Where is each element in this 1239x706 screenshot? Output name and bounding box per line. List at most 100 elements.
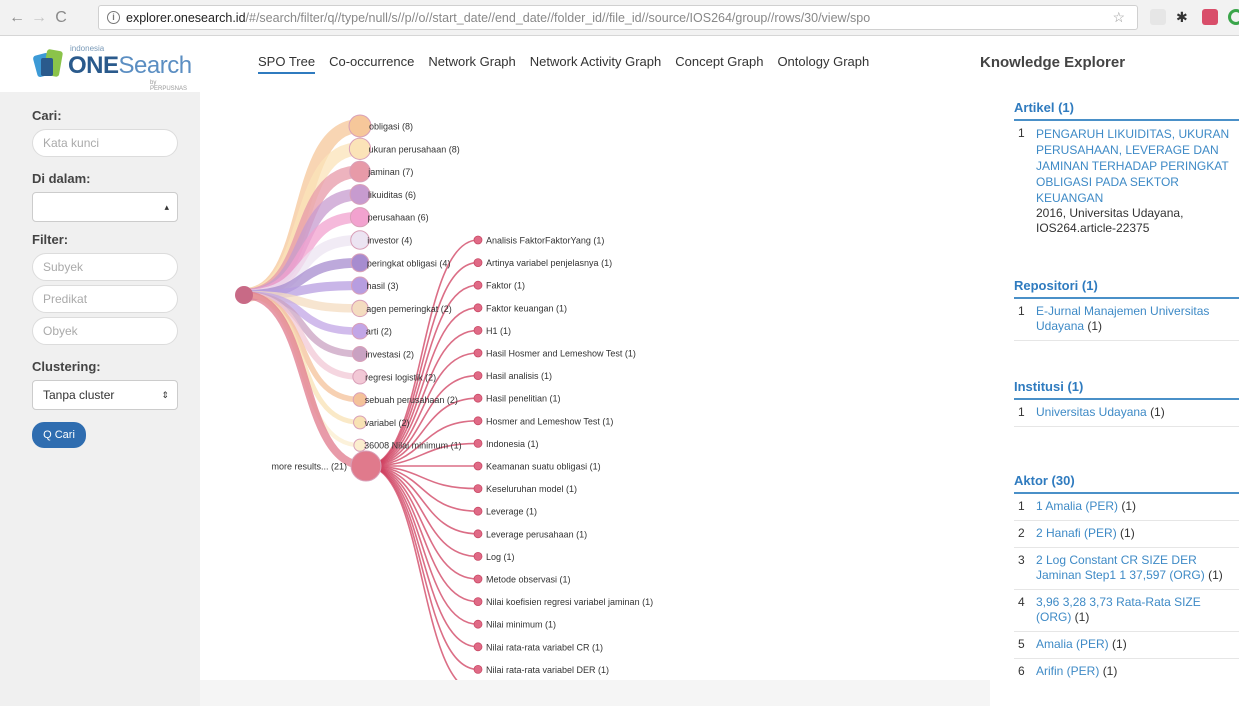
level2-label[interactable]: Indonesia (1) [486, 439, 539, 449]
level1-label[interactable]: likuiditas (6) [368, 190, 416, 200]
subyek-input[interactable]: Subyek [32, 253, 178, 281]
level2-node[interactable] [473, 416, 483, 426]
gear-icon[interactable]: ✱ [1176, 9, 1192, 25]
level2-node[interactable] [473, 642, 483, 652]
level1-label[interactable]: jaminan (7) [367, 167, 413, 177]
aktor-link[interactable]: 1 Amalia (PER) [1036, 499, 1118, 513]
logo-sub-text: by PERPUSNAS [150, 80, 188, 92]
level1-label[interactable]: ukuran perusahaan (8) [369, 144, 460, 154]
level2-node[interactable] [473, 619, 483, 629]
tab-spo-tree[interactable]: SPO Tree [258, 54, 316, 74]
level2-label[interactable]: Log (1) [486, 552, 515, 562]
level2-label[interactable]: Hasil analisis (1) [486, 371, 552, 381]
level2-label[interactable]: Hosmer and Lemeshow Test (1) [486, 416, 613, 426]
level2-node[interactable] [473, 258, 483, 268]
level2-node[interactable] [473, 665, 483, 674]
artikel-title-link[interactable]: PENGARUH LIKUIDITAS, UKURAN PERUSAHAAN, … [1036, 126, 1239, 206]
clustering-select[interactable]: Tanpa cluster ⇕ [32, 380, 178, 410]
keyword-input[interactable]: Kata kunci [32, 129, 178, 157]
tab-concept-graph[interactable]: Concept Graph [675, 54, 763, 74]
level1-label[interactable]: arti (2) [366, 327, 392, 337]
back-icon[interactable]: ← [6, 9, 28, 27]
level2-node[interactable] [473, 461, 483, 471]
level2-label[interactable]: Faktor keuangan (1) [486, 303, 567, 313]
level1-node[interactable] [348, 137, 372, 160]
level2-label[interactable]: Hasil penelitian (1) [486, 394, 561, 404]
level1-label[interactable]: investasi (2) [366, 350, 415, 360]
level2-node[interactable] [473, 438, 483, 448]
extension-icon[interactable] [1228, 9, 1239, 25]
tab-network-activity-graph[interactable]: Network Activity Graph [530, 54, 662, 74]
level1-label[interactable]: regresi logistik (2) [365, 372, 436, 382]
level2-node[interactable] [473, 348, 483, 358]
tab-co-occurrence[interactable]: Co-occurrence [329, 54, 414, 74]
level2-node[interactable] [473, 371, 483, 381]
level2-node[interactable] [473, 235, 483, 245]
level2-label[interactable]: Nilai koefisien regresi variabel jaminan… [486, 597, 653, 607]
onesearch-logo[interactable]: indonesia ONESearch by PERPUSNAS [32, 42, 192, 92]
logo-text: ONESearch [68, 52, 192, 80]
level2-label[interactable]: Analisis FaktorFaktorYang (1) [486, 236, 604, 246]
level2-node[interactable] [473, 325, 483, 335]
tree-link [243, 291, 367, 470]
aktor-link[interactable]: Amalia (PER) [1036, 637, 1109, 651]
level1-node[interactable] [348, 114, 372, 138]
institusi-link[interactable]: Universitas Udayana [1036, 405, 1147, 419]
level2-node[interactable] [473, 506, 483, 516]
search-button[interactable]: Q Cari [32, 422, 86, 448]
aktor-link[interactable]: 3,96 3,28 3,73 Rata-Rata SIZE (ORG) [1036, 595, 1201, 624]
level1-label[interactable]: sebuah perusahaan (2) [365, 395, 458, 405]
aktor-link[interactable]: Arifin (PER) [1036, 664, 1099, 678]
level1-label[interactable]: investor (4) [367, 236, 412, 246]
level1-node[interactable] [350, 450, 382, 482]
level1-label[interactable]: more results... (21) [271, 462, 347, 472]
logo-text-bold: ONE [68, 52, 119, 79]
level1-node[interactable] [349, 160, 371, 183]
level2-node[interactable] [473, 551, 483, 561]
level2-label[interactable]: Keamanan suatu obligasi (1) [486, 462, 601, 472]
reload-icon[interactable]: C [50, 9, 72, 27]
repositori-link[interactable]: E-Jurnal Manajemen Universitas Udayana [1036, 304, 1209, 333]
level1-label[interactable]: obligasi (8) [369, 122, 413, 132]
extension-icon[interactable] [1150, 9, 1166, 25]
level1-label[interactable]: peringkat obligasi (4) [367, 258, 451, 268]
level2-label[interactable]: Nilai rata-rata variabel DER (1) [486, 665, 609, 675]
bookmark-star-icon[interactable]: ☆ [1112, 9, 1125, 26]
level2-node[interactable] [473, 393, 483, 403]
level1-label[interactable]: variabel (2) [364, 418, 409, 428]
level2-label[interactable]: Artinya variabel penjelasnya (1) [486, 258, 612, 268]
forward-icon[interactable]: → [28, 9, 50, 27]
level1-label[interactable]: agen pemeringkat (2) [366, 304, 452, 314]
level2-node[interactable] [473, 280, 483, 290]
aktor-link[interactable]: 2 Log Constant CR SIZE DER Jaminan Step1… [1036, 553, 1205, 582]
level2-label[interactable]: Leverage (1) [486, 507, 537, 517]
predikat-input[interactable]: Predikat [32, 285, 178, 313]
level2-label[interactable]: Hasil Hosmer and Lemeshow Test (1) [486, 349, 636, 359]
level2-label[interactable]: Leverage perusahaan (1) [486, 529, 587, 539]
level2-node[interactable] [473, 574, 483, 584]
level2-node[interactable] [473, 529, 483, 539]
level2-label[interactable]: Nilai minimum (1) [486, 620, 556, 630]
obyek-input[interactable]: Obyek [32, 317, 178, 345]
level2-label[interactable]: H1 (1) [486, 326, 511, 336]
level1-label[interactable]: hasil (3) [367, 281, 399, 291]
level2-node[interactable] [473, 303, 483, 313]
extension-icon[interactable] [1202, 9, 1218, 25]
cari-label: Cari: [32, 108, 62, 123]
root-node[interactable] [235, 286, 253, 304]
level1-label[interactable]: 36008 Nilai minimum (1) [364, 441, 462, 451]
level2-label[interactable]: Nilai rata-rata variabel CR (1) [486, 642, 603, 652]
aktor-link[interactable]: 2 Hanafi (PER) [1036, 526, 1117, 540]
level2-label[interactable]: Keseluruhan model (1) [486, 484, 577, 494]
level2-node[interactable] [473, 484, 483, 494]
url-path: /#/search/filter/q//type/null/s//p//o//s… [245, 10, 871, 25]
info-icon[interactable]: i [107, 11, 120, 24]
level2-label[interactable]: Faktor (1) [486, 281, 525, 291]
address-bar[interactable]: i explorer.onesearch.id/#/search/filter/… [98, 5, 1138, 30]
level1-label[interactable]: perusahaan (6) [368, 213, 429, 223]
tab-ontology-graph[interactable]: Ontology Graph [777, 54, 869, 74]
tab-network-graph[interactable]: Network Graph [428, 54, 515, 74]
di-dalam-select[interactable]: ▴ [32, 192, 178, 222]
level2-label[interactable]: Metode observasi (1) [486, 575, 571, 585]
level2-node[interactable] [473, 597, 483, 607]
